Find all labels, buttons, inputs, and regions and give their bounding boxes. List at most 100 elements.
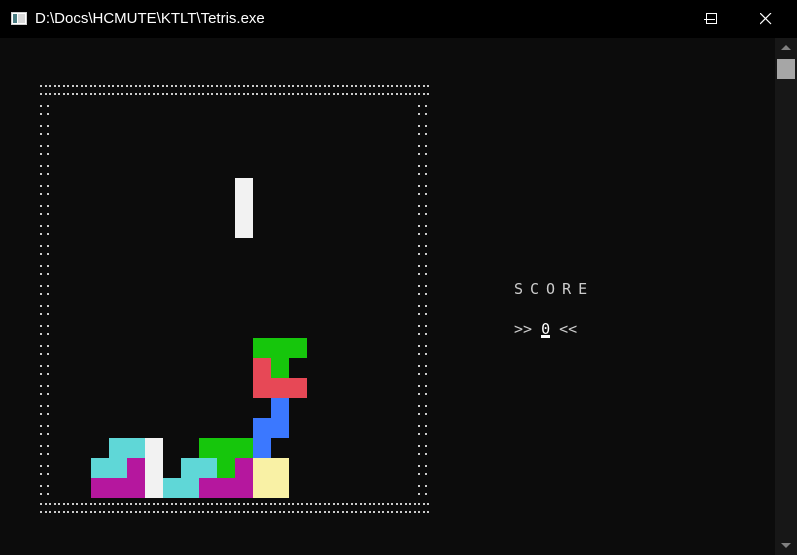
border-dot	[184, 503, 186, 505]
border-dot	[423, 93, 425, 95]
border-dot	[47, 333, 49, 335]
border-dot	[202, 511, 204, 513]
border-dot	[49, 511, 51, 513]
border-dot	[117, 93, 119, 95]
border-dot	[45, 511, 47, 513]
border-dot	[117, 511, 119, 513]
block-cell-green	[289, 338, 307, 358]
border-dot	[425, 405, 427, 407]
border-dot	[121, 85, 123, 87]
border-dot	[418, 273, 420, 275]
border-dot	[418, 365, 420, 367]
border-dot	[229, 511, 231, 513]
border-dot	[261, 511, 263, 513]
border-dot	[405, 93, 407, 95]
border-dot	[310, 93, 312, 95]
border-dot	[418, 133, 420, 135]
border-dot	[418, 185, 420, 187]
border-dot	[418, 313, 420, 315]
border-dot	[47, 145, 49, 147]
border-dot	[418, 173, 420, 175]
border-dot	[47, 353, 49, 355]
border-dot	[148, 511, 150, 513]
console-app-icon[interactable]	[11, 12, 27, 25]
scroll-up-icon[interactable]	[781, 45, 791, 50]
scrollbar-thumb[interactable]	[777, 59, 795, 79]
border-dot	[40, 385, 42, 387]
border-dot	[360, 503, 362, 505]
score-suffix: <<	[550, 320, 578, 338]
border-dot	[47, 465, 49, 467]
border-dot	[328, 511, 330, 513]
border-dot	[85, 93, 87, 95]
border-dot	[418, 493, 420, 495]
border-dot	[396, 503, 398, 505]
border-dot	[40, 393, 42, 395]
border-dot	[418, 233, 420, 235]
close-button[interactable]	[739, 0, 797, 38]
border-dot	[364, 93, 366, 95]
border-dot	[40, 213, 42, 215]
title-bar[interactable]: D:\Docs\HCMUTE\KTLT\Tetris.exe	[0, 0, 797, 38]
border-dot	[378, 93, 380, 95]
border-dot	[418, 125, 420, 127]
border-dot	[211, 93, 213, 95]
border-dot	[47, 213, 49, 215]
border-dot	[418, 253, 420, 255]
border-dot	[310, 511, 312, 513]
border-dot	[418, 405, 420, 407]
border-dot	[225, 503, 227, 505]
border-dot	[207, 93, 209, 95]
block-cell-yellow	[271, 478, 289, 498]
border-dot	[72, 93, 74, 95]
border-dot	[90, 85, 92, 87]
scroll-down-icon[interactable]	[781, 543, 791, 548]
border-dot	[130, 511, 132, 513]
maximize-button[interactable]	[683, 0, 741, 38]
border-dot	[45, 503, 47, 505]
border-dot	[346, 93, 348, 95]
border-dot	[216, 93, 218, 95]
border-dot	[418, 353, 420, 355]
border-dot	[180, 511, 182, 513]
border-dot	[162, 511, 164, 513]
window-title: D:\Docs\HCMUTE\KTLT\Tetris.exe	[35, 10, 265, 27]
block-cell-magenta	[127, 458, 145, 478]
border-dot	[130, 503, 132, 505]
border-dot	[103, 503, 105, 505]
border-dot	[234, 503, 236, 505]
border-dot	[47, 325, 49, 327]
border-dot	[396, 85, 398, 87]
border-dot	[270, 511, 272, 513]
border-dot	[288, 503, 290, 505]
border-dot	[90, 503, 92, 505]
border-dot	[193, 85, 195, 87]
border-dot	[135, 503, 137, 505]
border-dot	[47, 165, 49, 167]
border-dot	[67, 511, 69, 513]
border-dot	[108, 93, 110, 95]
border-dot	[67, 503, 69, 505]
border-dot	[207, 85, 209, 87]
border-dot	[207, 503, 209, 505]
border-dot	[292, 85, 294, 87]
block-cell-cyan	[91, 458, 109, 478]
border-dot	[47, 313, 49, 315]
border-dot	[425, 185, 427, 187]
border-dot	[184, 85, 186, 87]
border-dot	[216, 503, 218, 505]
border-dot	[418, 325, 420, 327]
border-dot	[47, 293, 49, 295]
border-dot	[139, 503, 141, 505]
vertical-scrollbar[interactable]	[775, 38, 797, 555]
border-dot	[130, 93, 132, 95]
border-dot	[225, 85, 227, 87]
border-dot	[175, 93, 177, 95]
border-dot	[40, 153, 42, 155]
border-dot	[40, 453, 42, 455]
border-dot	[238, 93, 240, 95]
border-dot	[288, 85, 290, 87]
border-dot	[162, 93, 164, 95]
border-dot	[40, 145, 42, 147]
border-dot	[175, 85, 177, 87]
